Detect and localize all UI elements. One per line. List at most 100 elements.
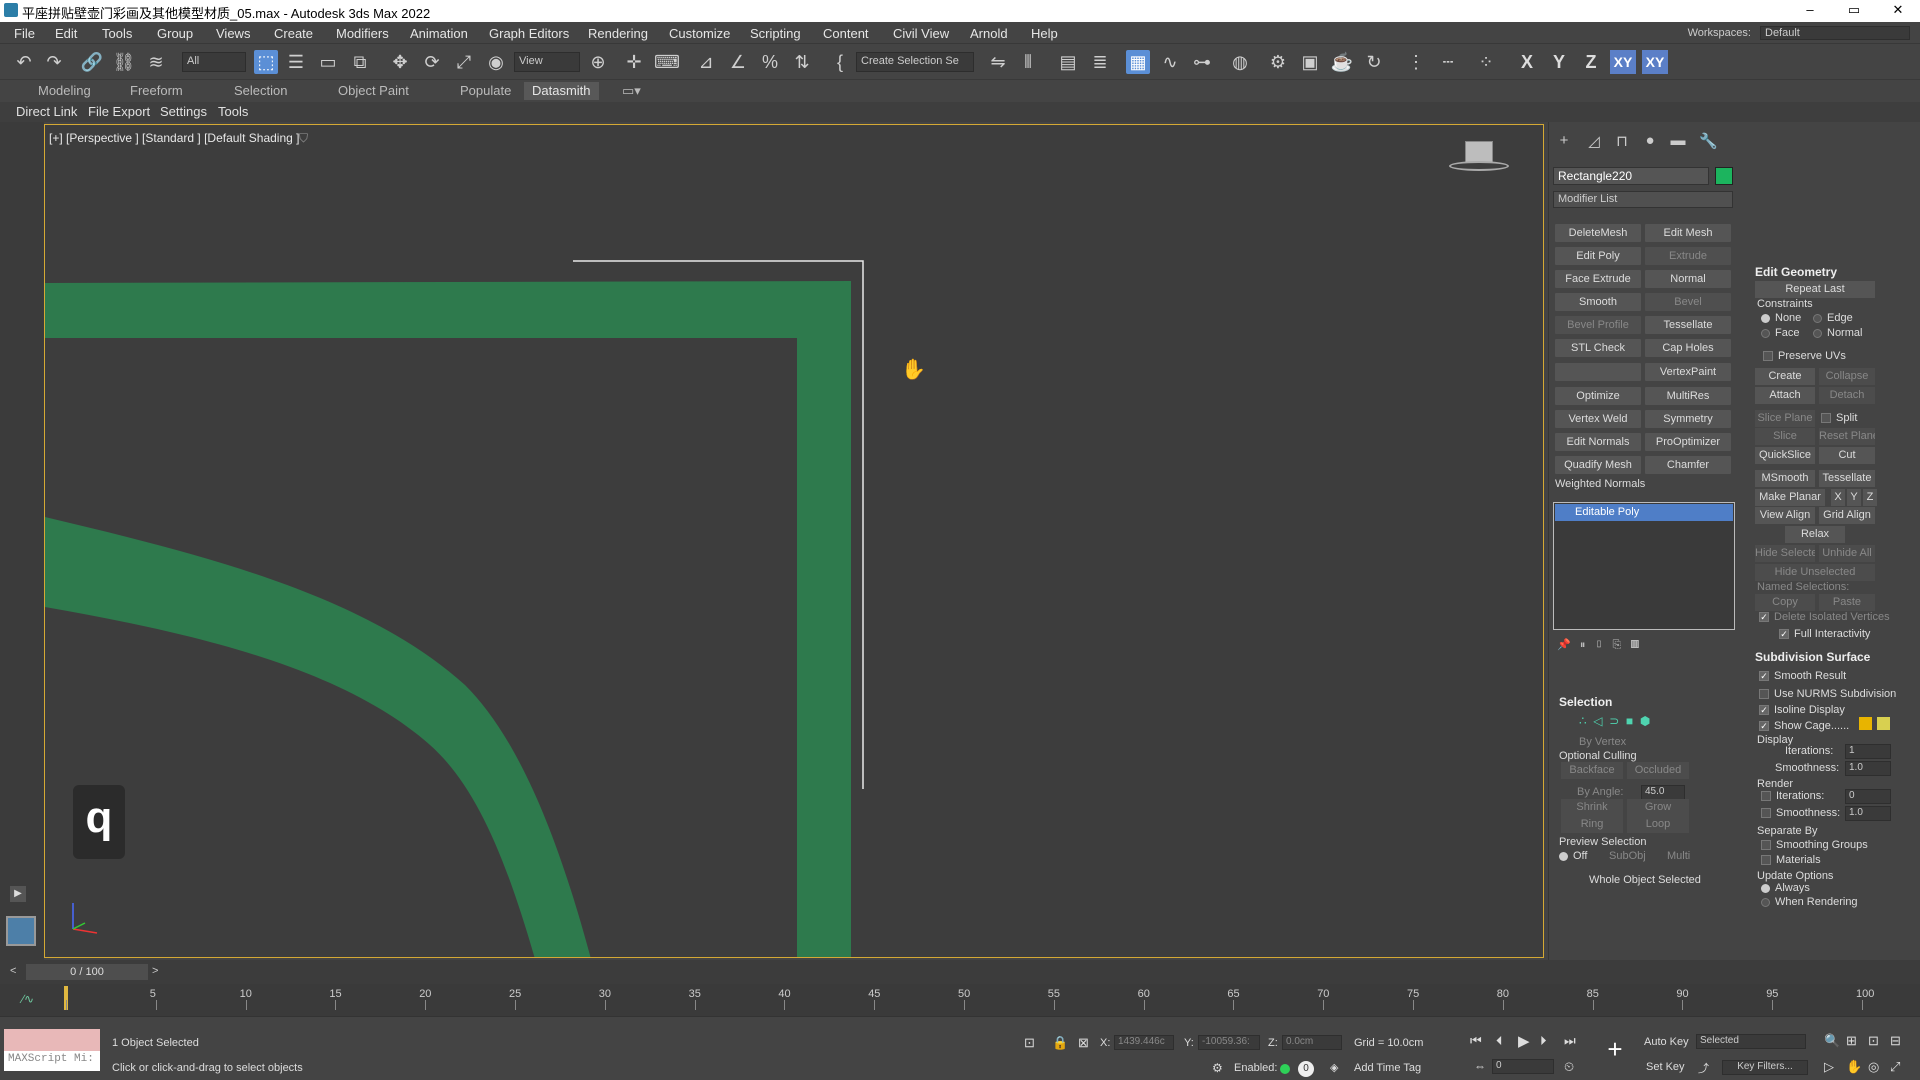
time-slider[interactable]: < 0 / 100 > — [0, 960, 1920, 984]
next-key-icon[interactable]: ⏵ — [1540, 1033, 1547, 1049]
modifier-button[interactable]: Edit Mesh — [1645, 224, 1731, 242]
constraint-edge-radio[interactable]: Edge — [1813, 312, 1853, 324]
collapse-button[interactable]: Collapse — [1819, 368, 1875, 385]
select-by-name-icon[interactable]: ☰ — [284, 50, 308, 74]
modifier-button[interactable]: ProOptimizer — [1645, 433, 1731, 451]
weighted-normals-button[interactable]: Weighted Normals — [1555, 478, 1645, 490]
modifier-button[interactable]: Quadify Mesh — [1555, 456, 1641, 474]
full-interactivity-checkbox[interactable]: ✓ Full Interactivity — [1779, 628, 1870, 640]
menu-modifiers[interactable]: Modifiers — [336, 26, 389, 41]
edit-named-selection-icon[interactable]: { — [828, 50, 852, 74]
menu-help[interactable]: Help — [1031, 26, 1058, 41]
by-vertex-checkbox[interactable]: By Vertex — [1579, 736, 1626, 748]
current-frame-field[interactable]: 0 — [1492, 1059, 1554, 1074]
create-button[interactable]: Create — [1755, 368, 1815, 385]
slice-plane-button[interactable]: Slice Plane — [1755, 410, 1815, 427]
cage-selected-color-swatch[interactable] — [1877, 717, 1890, 730]
modifier-button[interactable]: Edit Normals — [1555, 433, 1641, 451]
object-name-field[interactable]: Rectangle220 — [1553, 167, 1709, 185]
stack-tools-icons[interactable]: 📌 ⏸ ▯ ⎘ ▦ — [1557, 638, 1639, 652]
detach-button[interactable]: Detach — [1819, 387, 1875, 404]
smooth-result-checkbox[interactable]: ✓ Smooth Result — [1759, 670, 1846, 682]
constraint-none-radio[interactable]: None — [1761, 312, 1801, 324]
enabled-status-dot[interactable] — [1280, 1064, 1290, 1074]
slice-button[interactable]: Slice — [1755, 428, 1815, 445]
pivot-center-icon[interactable]: ⊕ — [586, 50, 610, 74]
select-manipulate-icon[interactable]: ✛ — [622, 50, 646, 74]
menu-rendering[interactable]: Rendering — [588, 26, 648, 41]
ribbon-options-icon[interactable]: ▭▾ — [622, 83, 641, 99]
percent-snap-icon[interactable]: % — [758, 50, 782, 74]
zoom-all-icon[interactable]: ⊞ — [1846, 1033, 1857, 1049]
modifier-button[interactable]: Cap Holes — [1645, 339, 1731, 357]
reset-plane-button[interactable]: Reset Plane — [1819, 428, 1875, 445]
rotate-icon[interactable]: ⟳ — [420, 50, 444, 74]
shrink-button[interactable]: Shrink — [1561, 799, 1623, 816]
tab-modeling[interactable]: Modeling — [38, 83, 91, 98]
schematic-view-icon[interactable]: ⊶ — [1190, 50, 1214, 74]
viewport-layout-icon[interactable] — [6, 916, 36, 946]
mirror-icon[interactable]: ⇋ — [986, 50, 1010, 74]
tag-icon[interactable]: ◈ — [1330, 1061, 1338, 1074]
update-always-radio[interactable]: Always — [1761, 882, 1810, 894]
set-key-icon[interactable]: + — [1602, 1031, 1628, 1067]
redo-icon[interactable]: ↷ — [42, 50, 66, 74]
edit-geometry-title[interactable]: Edit Geometry — [1755, 265, 1837, 279]
minimize-button[interactable]: – — [1788, 0, 1832, 22]
use-nurms-checkbox[interactable]: Use NURMS Subdivision — [1759, 688, 1896, 700]
menu-tools[interactable]: Tools — [102, 26, 132, 41]
motion-panel-icon[interactable]: ● — [1641, 132, 1659, 150]
perspective-viewport[interactable]: [+] [Perspective ] [Standard ] [Default … — [44, 124, 1544, 958]
modifier-button[interactable]: Edit Poly — [1555, 247, 1641, 265]
layer-explorer-icon[interactable]: ≣ — [1088, 50, 1112, 74]
auto-key-button[interactable]: Auto Key — [1644, 1036, 1689, 1048]
maxscript-mini-listener[interactable]: MAXScript Mi: — [4, 1051, 100, 1071]
modifier-stack[interactable]: Editable Poly — [1553, 502, 1735, 630]
axis-y-button[interactable]: Y — [1546, 50, 1572, 74]
tessellate-button[interactable]: Tessellate — [1819, 470, 1875, 487]
render-iterative-icon[interactable]: ↻ — [1362, 50, 1386, 74]
modifier-button[interactable]: Smooth — [1555, 293, 1641, 311]
preview-multi-radio[interactable]: Multi — [1667, 850, 1690, 862]
lock-icon[interactable]: 🔒 — [1052, 1035, 1068, 1051]
close-button[interactable]: ✕ — [1876, 0, 1920, 22]
cut-button[interactable]: Cut — [1819, 447, 1875, 464]
planar-y-button[interactable]: Y — [1847, 489, 1861, 506]
hierarchy-panel-icon[interactable]: ⊓ — [1613, 132, 1631, 150]
display-iterations-spinner[interactable]: 1 — [1845, 744, 1891, 759]
unlink-icon[interactable]: ⛓ — [112, 50, 136, 74]
backface-button[interactable]: Backface — [1561, 762, 1623, 779]
isolate-toggle-icon[interactable]: ⊡ — [1024, 1035, 1035, 1051]
tab-datasmith[interactable]: Datasmith — [524, 82, 599, 100]
subdivision-surface-title[interactable]: Subdivision Surface — [1755, 650, 1870, 664]
modifier-button[interactable]: Bevel Profile — [1555, 316, 1641, 334]
go-to-start-icon[interactable]: ⏮ — [1470, 1033, 1482, 1049]
placement-icon[interactable]: ◉ — [484, 50, 508, 74]
modifier-button[interactable]: Chamfer — [1645, 456, 1731, 474]
subobject-level-icons[interactable]: ∴ ◁ ⊃ ■ ⬢ — [1579, 714, 1650, 728]
planar-z-button[interactable]: Z — [1863, 489, 1877, 506]
previous-key-icon[interactable]: ⏴ — [1496, 1033, 1503, 1049]
snap-grid-icon[interactable]: ⋮ — [1404, 50, 1428, 74]
curve-editor-icon[interactable]: ∿ — [1158, 50, 1182, 74]
lock-selection-icon[interactable]: ⁘ — [1474, 50, 1498, 74]
tab-object-paint[interactable]: Object Paint — [338, 83, 409, 98]
align-icon[interactable]: ⫴ — [1016, 50, 1040, 74]
go-to-end-icon[interactable]: ⏭ — [1564, 1033, 1576, 1049]
axis-xy-button[interactable]: XY — [1610, 50, 1636, 74]
bind-spacewarp-icon[interactable]: ≋ — [144, 50, 168, 74]
menu-animation[interactable]: Animation — [410, 26, 468, 41]
render-setup-icon[interactable]: ⚙ — [1266, 50, 1290, 74]
scene-explorer-icon[interactable]: ▤ — [1056, 50, 1080, 74]
x-coordinate-field[interactable]: 1439.446c — [1114, 1035, 1174, 1050]
y-coordinate-field[interactable]: -10059.36: — [1198, 1035, 1260, 1050]
quickslice-button[interactable]: QuickSlice — [1755, 447, 1815, 464]
maximize-viewport-icon[interactable]: ⤢ — [1890, 1059, 1900, 1075]
preview-subobj-radio[interactable]: SubObj — [1609, 850, 1646, 862]
maxscript-listener-top[interactable] — [4, 1029, 100, 1051]
angle-snap-icon[interactable]: ∠ — [726, 50, 750, 74]
modifier-button[interactable]: Optimize — [1555, 387, 1641, 405]
selection-rollout-title[interactable]: Selection — [1559, 695, 1612, 709]
render-iterations-checkbox[interactable]: Iterations: — [1761, 790, 1824, 802]
zoom-extents-icon[interactable]: ⊡ — [1868, 1033, 1879, 1049]
